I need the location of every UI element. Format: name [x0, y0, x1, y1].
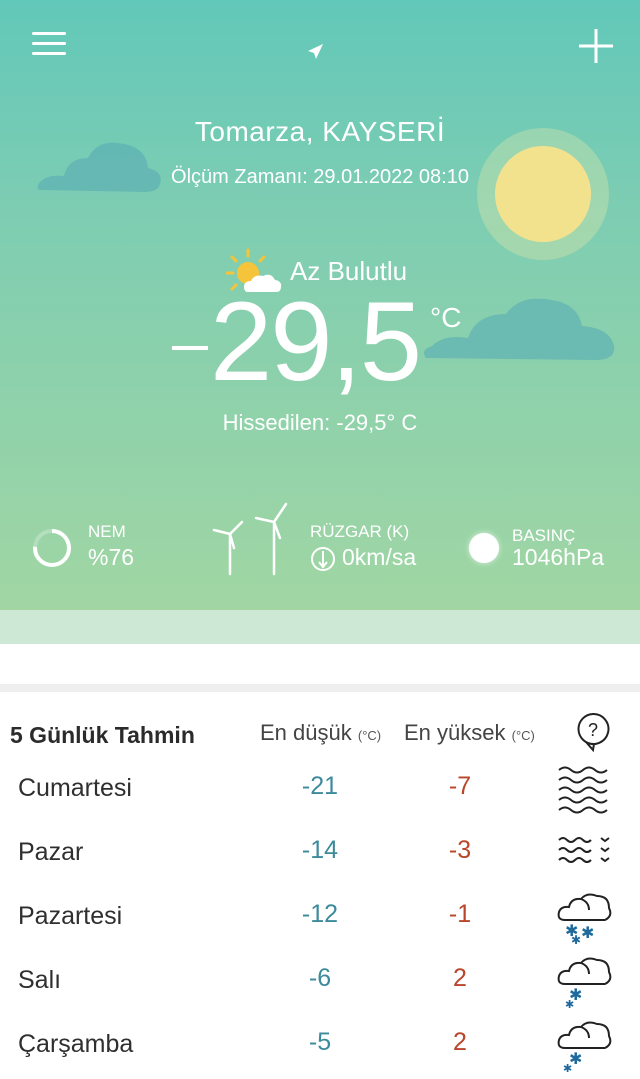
svg-text:✱: ✱	[571, 933, 581, 944]
forecast-high: 2	[453, 1028, 467, 1056]
temperature-sign	[172, 346, 208, 350]
sun-decoration	[495, 146, 591, 242]
pressure-value: 1046hPa	[512, 544, 605, 570]
forecast-row: Cumartesi -21 -7	[0, 758, 640, 822]
forecast-title: 5 Günlük Tahmin	[10, 722, 195, 748]
feels-like: Hissedilen: -29,5° C	[222, 410, 418, 435]
forecast-low: -21	[301, 772, 339, 800]
spacer	[0, 644, 640, 684]
hero-band	[0, 610, 640, 644]
svg-text:✱: ✱	[565, 998, 574, 1008]
high-header: En yüksek (°C)	[404, 720, 535, 746]
low-header-label: En düşük	[260, 720, 352, 745]
fog-icon	[558, 766, 608, 814]
plus-icon[interactable]	[576, 26, 616, 66]
question-bubble-icon[interactable]: ?	[576, 712, 610, 752]
humidity-ring-icon	[33, 529, 71, 567]
humidity-label: NEM	[88, 522, 126, 541]
forecast-row: Salı -6 2 ✱ ✱	[0, 950, 640, 1014]
cloud-snow-icon: ✱ ✱✱	[557, 893, 612, 944]
forecast-row: Çarşamba -5 2 ✱ ✱	[0, 1014, 640, 1078]
svg-text:✱: ✱	[563, 1062, 572, 1072]
forecast-row: Pazartesi -12 -1 ✱ ✱ ✱	[0, 886, 640, 950]
forecast-day: Cumartesi	[18, 774, 132, 802]
forecast-day: Pazar	[18, 838, 84, 866]
cloud-snow-icon: ✱✱	[557, 957, 612, 1008]
forecast-high: 2	[453, 964, 467, 992]
pressure-dot-icon	[469, 533, 499, 563]
current-temperature: 29,5	[210, 279, 422, 404]
svg-text:?: ?	[588, 720, 598, 740]
wind-value: 0km/sa	[342, 544, 417, 570]
humidity-value: %76	[88, 544, 135, 570]
cloud-snow-icon: ✱✱	[557, 1021, 612, 1072]
low-header: En düşük (°C)	[260, 720, 381, 746]
wind-label: RÜZGAR (K)	[310, 522, 410, 541]
forecast-day: Salı	[18, 966, 62, 994]
wind-direction-icon	[311, 547, 335, 571]
forecast-low: -5	[308, 1028, 332, 1056]
fog-icon	[558, 837, 610, 863]
section-divider	[0, 684, 640, 692]
high-header-unit: (°C)	[511, 728, 535, 743]
pressure-label: BASINÇ	[512, 526, 576, 545]
location-arrow-icon[interactable]	[303, 40, 327, 64]
forecast-row: Pazar -14 -3	[0, 822, 640, 886]
hamburger-menu-icon[interactable]	[32, 32, 68, 58]
city-name: Tomarza, KAYSERİ	[194, 116, 446, 147]
forecast-low: -6	[308, 964, 332, 992]
svg-text:✱: ✱	[581, 923, 594, 942]
forecast-day: Çarşamba	[18, 1030, 134, 1058]
weather-hero: Tomarza, KAYSERİ Ölçüm Zamanı: 29.01.202…	[0, 0, 640, 610]
forecast-high: -3	[448, 836, 472, 864]
forecast-low: -14	[301, 836, 339, 864]
wind-turbine-icon	[212, 502, 288, 576]
high-header-label: En yüksek	[404, 720, 506, 745]
forecast-high: -1	[448, 900, 472, 928]
low-header-unit: (°C)	[357, 728, 382, 743]
forecast-day: Pazartesi	[18, 902, 123, 930]
forecast-high: -7	[448, 772, 472, 800]
temperature-unit: °C	[430, 302, 462, 333]
measurement-time: Ölçüm Zamanı: 29.01.2022 08:10	[171, 166, 469, 188]
forecast-low: -12	[301, 900, 339, 928]
